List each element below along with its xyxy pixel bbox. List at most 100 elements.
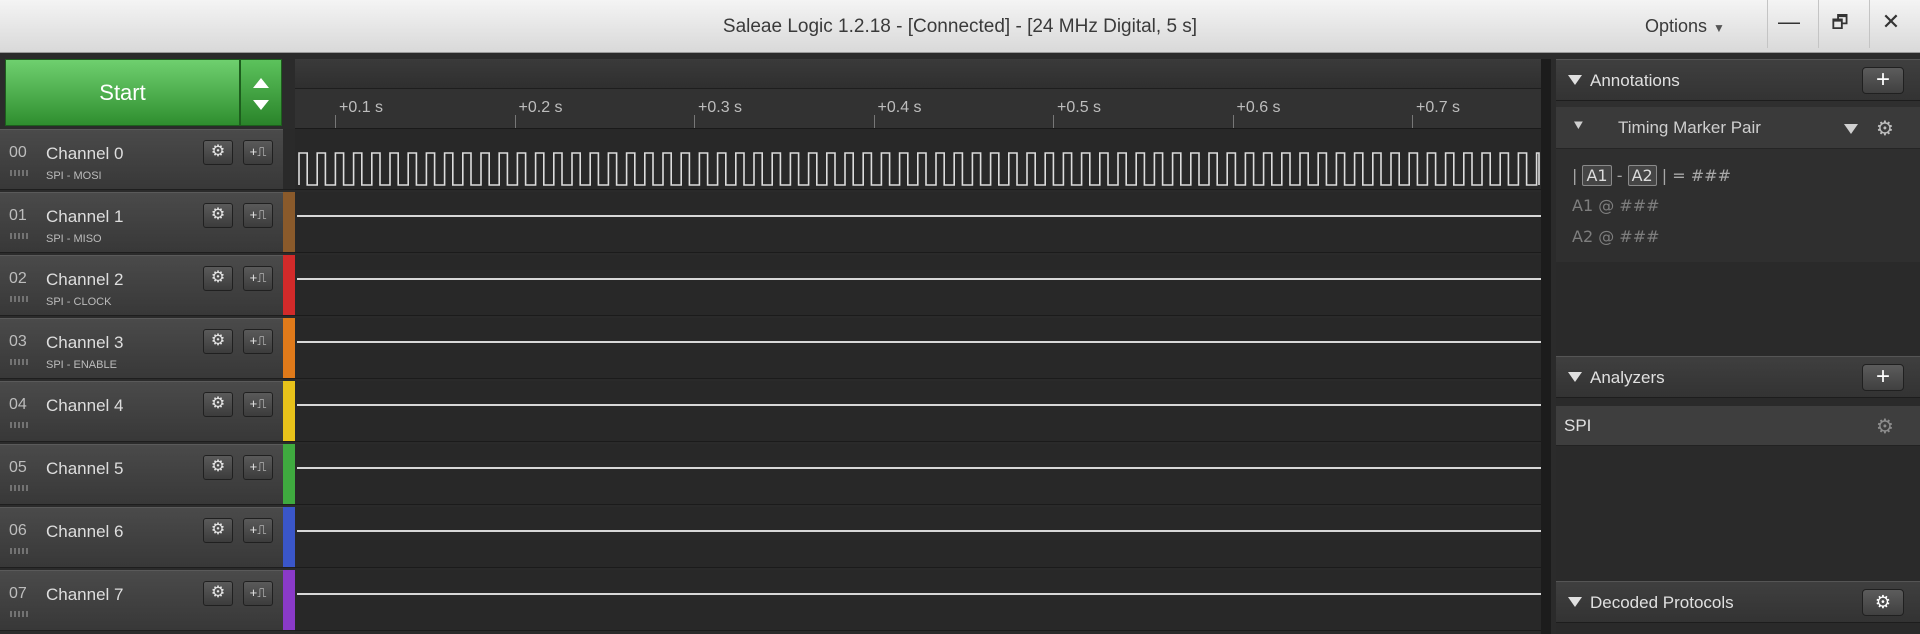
diff-value: | = ###	[1661, 166, 1731, 185]
waveform-lane-0[interactable]	[295, 129, 1541, 190]
diff-dash: -	[1616, 166, 1623, 185]
minimize-button[interactable]: —	[1767, 0, 1810, 48]
channel-name[interactable]: Channel 3	[46, 333, 124, 353]
collapse-icon[interactable]	[1568, 75, 1582, 85]
start-button[interactable]: Start	[5, 59, 240, 126]
drag-handle-icon[interactable]	[10, 296, 28, 302]
channel-protocol-label: SPI - MISO	[46, 233, 102, 245]
drag-handle-icon[interactable]	[10, 611, 28, 617]
annotations-empty-space	[1556, 262, 1920, 355]
trigger-button[interactable]: +⎍	[243, 455, 273, 480]
tick-mark	[514, 115, 516, 128]
analyzers-header[interactable]: Analyzers +	[1556, 356, 1920, 398]
analyzer-settings-button[interactable]: ⚙	[1876, 414, 1894, 439]
channel-name[interactable]: Channel 6	[46, 522, 124, 542]
channel-color-strip	[283, 570, 295, 631]
marker-a2-badge[interactable]: A2	[1627, 165, 1657, 186]
waveform-lane-5[interactable]	[295, 444, 1541, 505]
channel-number: 04	[9, 396, 27, 413]
waveform-signal	[297, 530, 1541, 532]
channel-settings-button[interactable]: ⚙	[203, 266, 233, 291]
channel-name[interactable]: Channel 2	[46, 270, 124, 290]
channel-settings-button[interactable]: ⚙	[203, 392, 233, 417]
arrow-down-icon[interactable]	[253, 100, 269, 110]
channel-row: 03 Channel 3 SPI - ENABLE ⚙ +⎍	[0, 318, 283, 379]
waveform-lane-2[interactable]	[295, 255, 1541, 316]
add-analyzer-button[interactable]: +	[1862, 364, 1904, 391]
drag-handle-icon[interactable]	[10, 422, 28, 428]
trigger-button[interactable]: +⎍	[243, 203, 273, 228]
options-menu[interactable]: Options ▼	[1645, 0, 1725, 53]
square-wave	[298, 152, 1540, 186]
tick-label: +0.6 s	[1236, 99, 1281, 116]
channel-color-strip	[283, 381, 295, 442]
trigger-button[interactable]: +⎍	[243, 140, 273, 165]
annotations-header[interactable]: Annotations +	[1556, 59, 1920, 101]
waveform-lane-7[interactable]	[295, 570, 1541, 631]
waveform-lane-4[interactable]	[295, 381, 1541, 442]
arrow-up-icon[interactable]	[253, 78, 269, 88]
tick-mark	[1053, 115, 1054, 128]
channel-name[interactable]: Channel 1	[46, 207, 124, 227]
channel-settings-button[interactable]: ⚙	[203, 329, 233, 354]
drag-handle-icon[interactable]	[10, 170, 28, 176]
analyzer-item[interactable]: SPI ⚙	[1556, 406, 1920, 446]
channel-name[interactable]: Channel 4	[46, 396, 124, 416]
close-button[interactable]: ✕	[1869, 0, 1912, 48]
trigger-button[interactable]: +⎍	[243, 329, 273, 354]
waveform-lane-1[interactable]	[295, 192, 1541, 253]
chevron-down-icon[interactable]	[1844, 124, 1858, 134]
trigger-button[interactable]: +⎍	[243, 581, 273, 606]
channel-name[interactable]: Channel 5	[46, 459, 124, 479]
decoded-protocols-title: Decoded Protocols	[1590, 593, 1734, 612]
collapse-icon[interactable]	[1568, 597, 1582, 607]
drag-handle-icon[interactable]	[10, 233, 28, 239]
time-ruler[interactable]: +0.1 s +0.2 s +0.3 s +0.4 s +0.5 s +0.6 s +0.7…	[295, 89, 1541, 129]
timing-marker-label: Timing Marker Pair	[1618, 118, 1761, 137]
channel-color-strip	[283, 507, 295, 568]
channel-color-strip	[283, 444, 295, 505]
tick-label: +0.1 s	[339, 99, 384, 116]
drag-handle-icon[interactable]	[10, 359, 28, 365]
decoded-protocols-header[interactable]: Decoded Protocols ⚙	[1556, 581, 1920, 623]
waveform-lane-6[interactable]	[295, 507, 1541, 568]
collapse-icon[interactable]	[1568, 372, 1582, 382]
channel-settings-button[interactable]: ⚙	[203, 455, 233, 480]
timing-marker-row[interactable]: ⯆ Timing Marker Pair ⚙	[1556, 107, 1920, 149]
tick-mark	[1412, 115, 1413, 128]
trigger-button[interactable]: +⎍	[243, 392, 273, 417]
channel-protocol-label: SPI - ENABLE	[46, 359, 117, 371]
waveform-lane-3[interactable]	[295, 318, 1541, 379]
decoded-protocols-body	[1556, 623, 1920, 634]
marker-a1-badge[interactable]: A1	[1582, 165, 1612, 186]
decoded-protocols-settings-button[interactable]: ⚙	[1862, 589, 1904, 616]
waveform-signal	[297, 593, 1541, 595]
tick-label: +0.3 s	[698, 99, 743, 116]
timeline-scrollbar[interactable]	[295, 59, 1541, 89]
channel-settings-button[interactable]: ⚙	[203, 518, 233, 543]
annotations-title: Annotations	[1590, 71, 1680, 90]
channel-settings-button[interactable]: ⚙	[203, 581, 233, 606]
channel-settings-button[interactable]: ⚙	[203, 203, 233, 228]
restore-button[interactable]: 🗗	[1818, 0, 1861, 48]
channel-number: 03	[9, 333, 27, 350]
tick-mark	[335, 115, 336, 128]
drag-handle-icon[interactable]	[10, 485, 28, 491]
tick-label: +0.4 s	[877, 99, 922, 116]
waveform-signal	[297, 278, 1541, 280]
channel-settings-button[interactable]: ⚙	[203, 140, 233, 165]
vertical-scrollbar[interactable]	[1541, 59, 1551, 634]
channel-name[interactable]: Channel 7	[46, 585, 124, 605]
channel-number: 01	[9, 207, 27, 224]
waveform-signal	[297, 404, 1541, 406]
channel-number: 02	[9, 270, 27, 287]
trigger-button[interactable]: +⎍	[243, 266, 273, 291]
tick-label: +0.5 s	[1057, 99, 1102, 116]
tick-label: +0.7 s	[1416, 99, 1461, 116]
trigger-button[interactable]: +⎍	[243, 518, 273, 543]
marker-settings-button[interactable]: ⚙	[1876, 116, 1894, 141]
channel-name[interactable]: Channel 0	[46, 144, 124, 164]
add-annotation-button[interactable]: +	[1862, 67, 1904, 94]
channel-row: 01 Channel 1 SPI - MISO ⚙ +⎍	[0, 192, 283, 253]
drag-handle-icon[interactable]	[10, 548, 28, 554]
